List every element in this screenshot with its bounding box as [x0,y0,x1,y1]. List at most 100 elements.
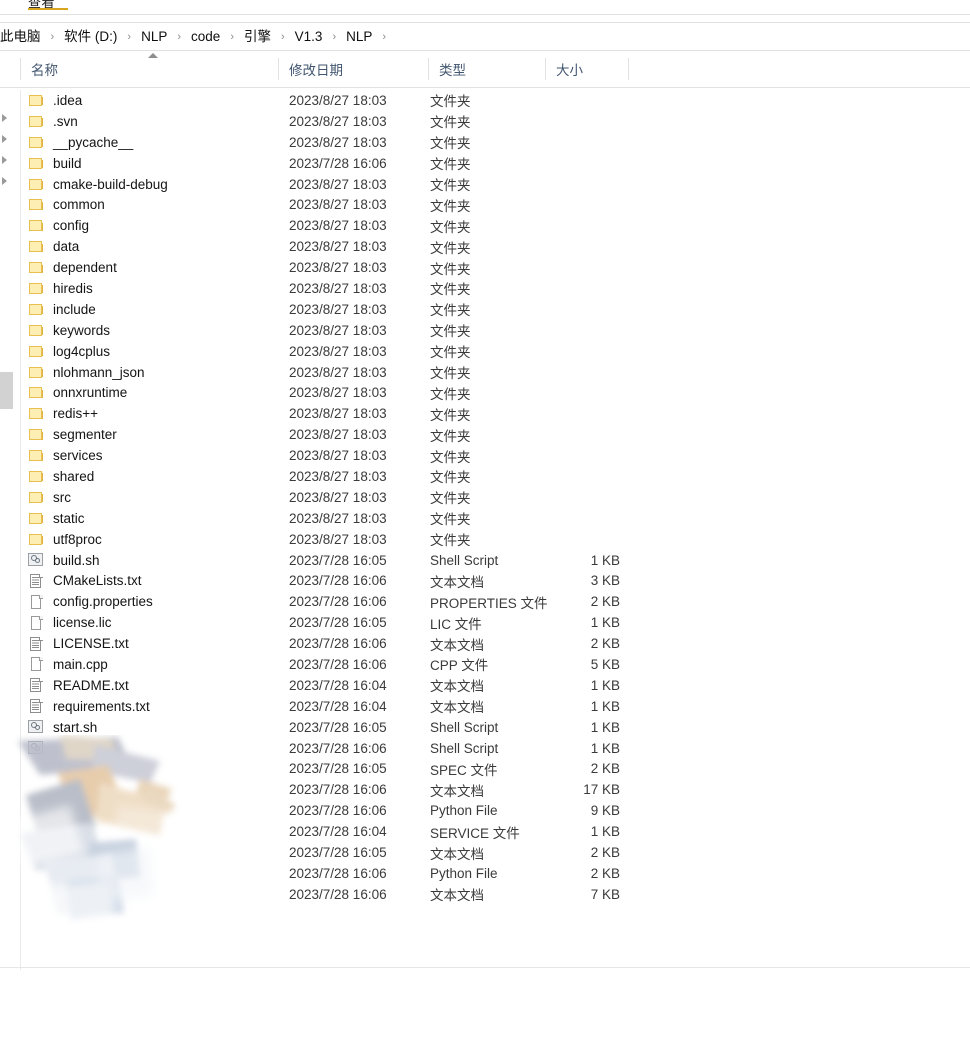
table-row[interactable]: 2023/7/28 16:06 Python File 9 KB [0,800,970,821]
cell-name[interactable]: start.sh [28,717,97,738]
table-row[interactable]: LICENSE.txt 2023/7/28 16:06 文本文档 2 KB [0,633,970,654]
table-row[interactable]: utf8proc 2023/8/27 18:03 文件夹 [0,529,970,550]
cell-name[interactable] [28,863,53,884]
cell-name[interactable] [28,779,53,800]
cell-name[interactable]: common [28,194,105,215]
column-divider[interactable] [545,58,546,80]
cell-name[interactable]: data [28,236,79,257]
table-row[interactable]: .svn 2023/8/27 18:03 文件夹 [0,111,970,132]
column-header-name[interactable]: 名称 [20,51,278,87]
table-row[interactable]: shared 2023/8/27 18:03 文件夹 [0,466,970,487]
file-name-label: cmake-build-debug [53,176,168,192]
cell-name[interactable] [28,800,53,821]
cell-name[interactable]: README.txt [28,675,129,696]
cell-name[interactable]: config [28,215,89,236]
cell-name[interactable]: shared [28,466,94,487]
column-header-date[interactable]: 修改日期 [278,51,428,87]
cell-name[interactable]: nlohmann_json [28,362,145,383]
cell-name[interactable]: build.sh [28,550,100,571]
table-row[interactable]: 2023/7/28 16:06 文本文档 7 KB [0,884,970,905]
cell-name[interactable]: CMakeLists.txt [28,570,142,591]
column-divider[interactable] [278,58,279,80]
cell-name[interactable]: main.cpp [28,654,108,675]
table-row[interactable]: build.sh 2023/7/28 16:05 Shell Script 1 KB [0,550,970,571]
table-row[interactable]: common 2023/8/27 18:03 文件夹 [0,194,970,215]
cell-name[interactable]: build [28,153,82,174]
cell-name[interactable]: dependent [28,257,117,278]
cell-name[interactable]: log4cplus [28,341,110,362]
cell-name[interactable]: keywords [28,320,110,341]
table-row[interactable]: .idea 2023/8/27 18:03 文件夹 [0,90,970,111]
table-row[interactable]: dependent 2023/8/27 18:03 文件夹 [0,257,970,278]
table-row[interactable]: cmake-build-debug 2023/8/27 18:03 文件夹 [0,174,970,195]
table-row[interactable]: onnxruntime 2023/8/27 18:03 文件夹 [0,382,970,403]
table-row[interactable]: nlohmann_json 2023/8/27 18:03 文件夹 [0,362,970,383]
cell-name[interactable]: include [28,299,96,320]
cell-name[interactable]: redis++ [28,403,98,424]
cell-name[interactable] [28,821,53,842]
table-row[interactable]: main.cpp 2023/7/28 16:06 CPP 文件 5 KB [0,654,970,675]
cell-name[interactable]: hiredis [28,278,93,299]
table-row[interactable]: __pycache__ 2023/8/27 18:03 文件夹 [0,132,970,153]
cell-name[interactable]: license.lic [28,612,112,633]
cell-name[interactable]: utf8proc [28,529,102,550]
cell-name[interactable]: .idea [28,90,82,111]
breadcrumb-item-nlp[interactable]: NLP [138,28,170,46]
cell-name[interactable]: static [28,508,85,529]
breadcrumb[interactable]: 此电脑 › 软件 (D:) › NLP › code › 引擎 › V1.3 ›… [0,23,970,50]
table-row[interactable]: segmenter 2023/8/27 18:03 文件夹 [0,424,970,445]
column-divider[interactable] [628,58,629,80]
cell-name[interactable]: __pycache__ [28,132,133,153]
table-row[interactable]: include 2023/8/27 18:03 文件夹 [0,299,970,320]
column-header-bar[interactable]: 名称 修改日期 类型 大小 [0,51,970,87]
cell-name[interactable]: requirements.txt [28,696,150,717]
table-row[interactable]: requirements.txt 2023/7/28 16:04 文本文档 1 KB [0,696,970,717]
cell-name[interactable]: .svn [28,111,78,132]
table-row[interactable]: README.txt 2023/7/28 16:04 文本文档 1 KB [0,675,970,696]
table-row[interactable]: start.sh 2023/7/28 16:05 Shell Script 1 KB [0,717,970,738]
cell-name[interactable] [28,884,53,905]
table-row[interactable]: data 2023/8/27 18:03 文件夹 [0,236,970,257]
table-row[interactable]: 2023/7/28 16:04 SERVICE 文件 1 KB [0,821,970,842]
table-row[interactable]: CMakeLists.txt 2023/7/28 16:06 文本文档 3 KB [0,570,970,591]
table-row[interactable]: 2023/7/28 16:05 SPEC 文件 2 KB [0,759,970,780]
cell-name[interactable]: src [28,487,71,508]
cell-name[interactable]: onnxruntime [28,382,127,403]
table-row[interactable]: static 2023/8/27 18:03 文件夹 [0,508,970,529]
cell-name[interactable]: config.properties [28,591,153,612]
column-divider[interactable] [428,58,429,80]
table-row[interactable]: 2023/7/28 16:06 Shell Script 1 KB [0,738,970,759]
table-row[interactable]: license.lic 2023/7/28 16:05 LIC 文件 1 KB [0,612,970,633]
breadcrumb-item-this-pc[interactable]: 此电脑 [0,28,44,46]
table-row[interactable]: keywords 2023/8/27 18:03 文件夹 [0,320,970,341]
table-row[interactable]: 2023/7/28 16:06 Python File 2 KB [0,863,970,884]
column-divider[interactable] [20,58,21,80]
cell-name[interactable] [28,738,53,759]
cell-name[interactable]: services [28,445,103,466]
cell-name[interactable]: LICENSE.txt [28,633,129,654]
cell-name[interactable]: cmake-build-debug [28,174,168,195]
breadcrumb-item-code[interactable]: code [188,28,223,46]
table-row[interactable]: redis++ 2023/8/27 18:03 文件夹 [0,403,970,424]
table-row[interactable]: 2023/7/28 16:06 文本文档 17 KB [0,779,970,800]
cell-name[interactable]: segmenter [28,424,117,445]
breadcrumb-item-v13[interactable]: V1.3 [292,28,326,46]
cell-name[interactable] [28,842,53,863]
table-row[interactable]: 2023/7/28 16:05 文本文档 2 KB [0,842,970,863]
table-row[interactable]: config.properties 2023/7/28 16:06 PROPERTI… [0,591,970,612]
cell-name[interactable] [28,759,53,780]
table-row[interactable]: src 2023/8/27 18:03 文件夹 [0,487,970,508]
table-row[interactable]: hiredis 2023/8/27 18:03 文件夹 [0,278,970,299]
column-header-size[interactable]: 大小 [545,51,628,87]
table-row[interactable]: services 2023/8/27 18:03 文件夹 [0,445,970,466]
cell-type: 文件夹 [430,136,471,152]
file-name-label: license.lic [53,615,112,631]
column-header-type[interactable]: 类型 [428,51,545,87]
breadcrumb-item-drive-d[interactable]: 软件 (D:) [61,28,120,46]
table-row[interactable]: build 2023/7/28 16:06 文件夹 [0,153,970,174]
table-row[interactable]: log4cplus 2023/8/27 18:03 文件夹 [0,341,970,362]
table-row[interactable]: config 2023/8/27 18:03 文件夹 [0,215,970,236]
breadcrumb-item-nlp-current[interactable]: NLP [343,28,375,46]
breadcrumb-item-engine[interactable]: 引擎 [241,28,274,46]
file-list[interactable]: .idea 2023/8/27 18:03 文件夹 .svn 2023/8/27 18:… [0,90,970,905]
